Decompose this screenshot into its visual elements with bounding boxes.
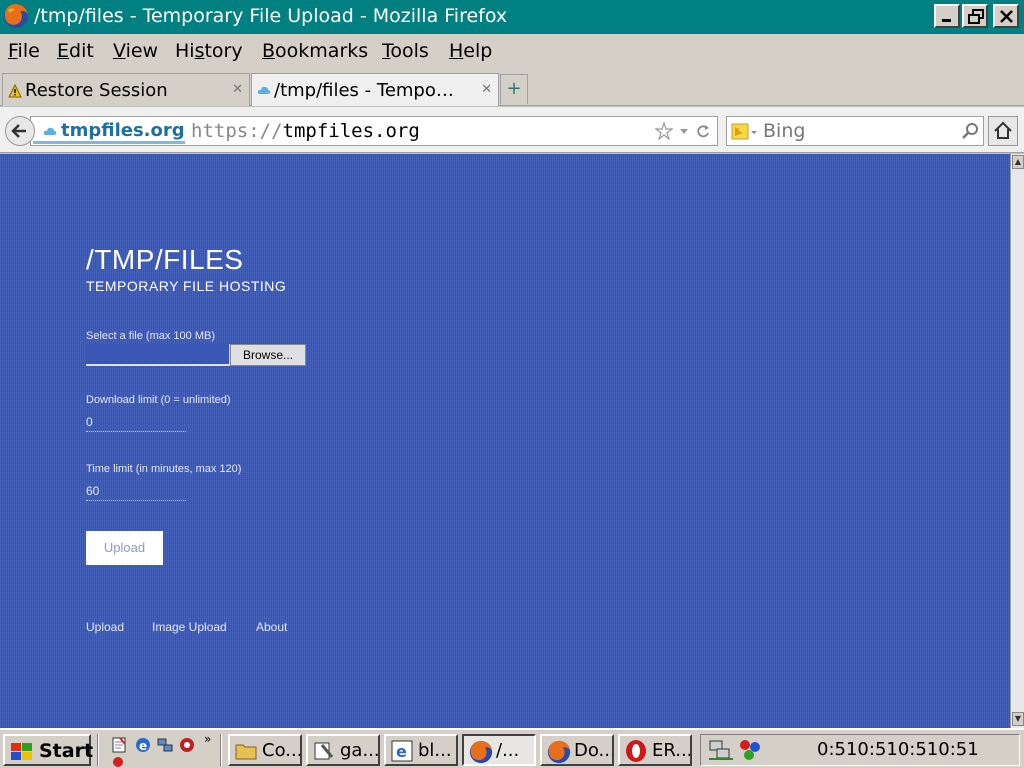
tab-tmp-files[interactable]: /tmp/files - Tempo… ✕ bbox=[251, 73, 499, 106]
quicklaunch-ie-icon[interactable]: e bbox=[134, 736, 152, 754]
minimize-button[interactable] bbox=[934, 4, 960, 28]
file-label: Select a file (max 100 MB) bbox=[86, 330, 215, 342]
menu-history[interactable]: History bbox=[175, 40, 243, 62]
site-subtitle: TEMPORARY FILE HOSTING bbox=[86, 278, 287, 294]
svg-text:e: e bbox=[396, 742, 407, 761]
task-button-firefox-downloads[interactable]: Do... bbox=[540, 734, 614, 766]
title-bar: /tmp/files - Temporary File Upload - Moz… bbox=[0, 0, 1024, 34]
restore-button[interactable] bbox=[962, 4, 988, 28]
opera-icon bbox=[626, 740, 646, 762]
time-limit-label: Time limit (in minutes, max 120) bbox=[86, 463, 242, 475]
cloud-icon bbox=[43, 127, 57, 135]
tab-label: Restore Session bbox=[25, 80, 168, 101]
task-button-tools[interactable]: ga... bbox=[306, 734, 380, 766]
quicklaunch-media-icon[interactable] bbox=[178, 736, 196, 754]
scroll-up-icon[interactable]: ▲ bbox=[1012, 155, 1024, 169]
menu-tools[interactable]: Tools bbox=[382, 40, 429, 62]
network-tray-icon[interactable] bbox=[707, 737, 735, 763]
cluster-tray-icon[interactable] bbox=[737, 737, 765, 763]
new-tab-button[interactable]: + bbox=[500, 74, 528, 104]
menu-file[interactable]: File bbox=[8, 40, 40, 62]
tools-icon bbox=[314, 742, 334, 760]
tab-label: /tmp/files - Tempo… bbox=[274, 80, 454, 101]
bing-icon bbox=[731, 123, 757, 140]
url-text[interactable]: https://tmpfiles.org bbox=[191, 120, 420, 142]
taskbar: Start e » Co... ga... e bl... /... Do...… bbox=[0, 728, 1024, 768]
task-button-opera[interactable]: ER... bbox=[618, 734, 692, 766]
task-label: Do... bbox=[574, 740, 614, 761]
site-title: /TMP/FILES bbox=[86, 244, 244, 275]
tab-restore-session[interactable]: Restore Session ✕ bbox=[2, 73, 250, 106]
close-icon bbox=[1000, 10, 1013, 23]
system-tray: 0:510:510:510:51 bbox=[700, 734, 1020, 766]
folder-icon bbox=[235, 744, 257, 760]
taskbar-separator bbox=[220, 734, 222, 766]
opera-small-icon[interactable] bbox=[112, 756, 124, 768]
page-content: /TMP/FILES TEMPORARY FILE HOSTING Select… bbox=[0, 154, 1010, 728]
site-identity-label: tmpfiles.org bbox=[61, 120, 185, 141]
minimize-icon bbox=[942, 19, 951, 22]
plus-icon: + bbox=[506, 78, 522, 99]
firefox-logo-icon bbox=[4, 4, 29, 28]
navigation-bar: tmpfiles.org https://tmpfiles.org Bing bbox=[0, 107, 1024, 153]
menu-bookmarks[interactable]: Bookmarks bbox=[262, 40, 368, 62]
file-input[interactable] bbox=[86, 344, 230, 366]
bookmark-star-icon[interactable] bbox=[654, 121, 674, 141]
task-button-firefox-active[interactable]: /... bbox=[462, 734, 536, 766]
menu-view[interactable]: View bbox=[113, 40, 158, 62]
quicklaunch-more-icon[interactable]: » bbox=[204, 732, 211, 746]
quicklaunch-notepad-icon[interactable] bbox=[110, 736, 128, 754]
close-button[interactable] bbox=[993, 4, 1019, 28]
dropdown-arrow-icon[interactable] bbox=[678, 122, 690, 140]
back-arrow-icon bbox=[11, 124, 26, 138]
task-label: bl... bbox=[418, 740, 452, 761]
search-bar[interactable]: Bing bbox=[726, 116, 984, 146]
vertical-scrollbar[interactable]: ▲ ▼ bbox=[1010, 154, 1024, 728]
home-icon bbox=[994, 121, 1012, 139]
menu-bar: File Edit View History Bookmarks Tools H… bbox=[0, 34, 1024, 70]
tab-close-icon[interactable]: ✕ bbox=[481, 82, 492, 97]
reload-icon[interactable] bbox=[695, 122, 711, 140]
svg-text:e: e bbox=[139, 739, 147, 753]
window-title: /tmp/files - Temporary File Upload - Moz… bbox=[34, 5, 508, 27]
url-bar[interactable]: tmpfiles.org https://tmpfiles.org bbox=[30, 116, 718, 146]
task-label: /... bbox=[496, 740, 520, 761]
task-label: ga... bbox=[340, 740, 380, 761]
taskbar-separator bbox=[97, 734, 99, 766]
cloud-icon bbox=[257, 86, 271, 94]
site-identity-button[interactable]: tmpfiles.org bbox=[33, 118, 185, 144]
quicklaunch-network-icon[interactable] bbox=[156, 736, 174, 754]
download-limit-label: Download limit (0 = unlimited) bbox=[86, 394, 231, 406]
start-label: Start bbox=[39, 740, 94, 762]
url-bar-icons bbox=[654, 121, 711, 144]
scroll-down-icon[interactable]: ▼ bbox=[1012, 712, 1024, 726]
start-button[interactable]: Start bbox=[3, 734, 94, 766]
browse-button[interactable]: Browse... bbox=[230, 344, 306, 366]
windows-logo-icon bbox=[11, 743, 32, 760]
footer-link-image-upload[interactable]: Image Upload bbox=[152, 620, 227, 634]
task-button-ie[interactable]: e bl... bbox=[384, 734, 458, 766]
menu-edit[interactable]: Edit bbox=[57, 40, 94, 62]
home-button[interactable] bbox=[988, 116, 1018, 146]
search-placeholder: Bing bbox=[763, 120, 806, 142]
ie-icon: e bbox=[391, 740, 413, 762]
warning-icon bbox=[8, 84, 22, 98]
upload-button[interactable]: Upload bbox=[86, 531, 163, 565]
time-limit-input[interactable]: 60 bbox=[86, 481, 186, 501]
footer-link-about[interactable]: About bbox=[256, 620, 287, 634]
search-icon[interactable] bbox=[961, 122, 979, 140]
menu-help[interactable]: Help bbox=[449, 40, 492, 62]
restore-icon bbox=[968, 9, 984, 24]
task-label: ER... bbox=[652, 740, 692, 761]
footer-link-upload[interactable]: Upload bbox=[86, 620, 124, 634]
firefox-icon bbox=[469, 740, 493, 764]
tab-close-icon[interactable]: ✕ bbox=[232, 82, 243, 97]
clock: 0:510:510:510:51 bbox=[817, 739, 979, 760]
tab-bar: Restore Session ✕ /tmp/files - Tempo… ✕ … bbox=[0, 70, 1024, 106]
task-label: Co... bbox=[262, 740, 302, 761]
firefox-icon bbox=[547, 740, 571, 764]
back-button[interactable] bbox=[5, 116, 35, 146]
download-limit-input[interactable]: 0 bbox=[86, 412, 186, 432]
task-button-control-panel[interactable]: Co... bbox=[228, 734, 302, 766]
